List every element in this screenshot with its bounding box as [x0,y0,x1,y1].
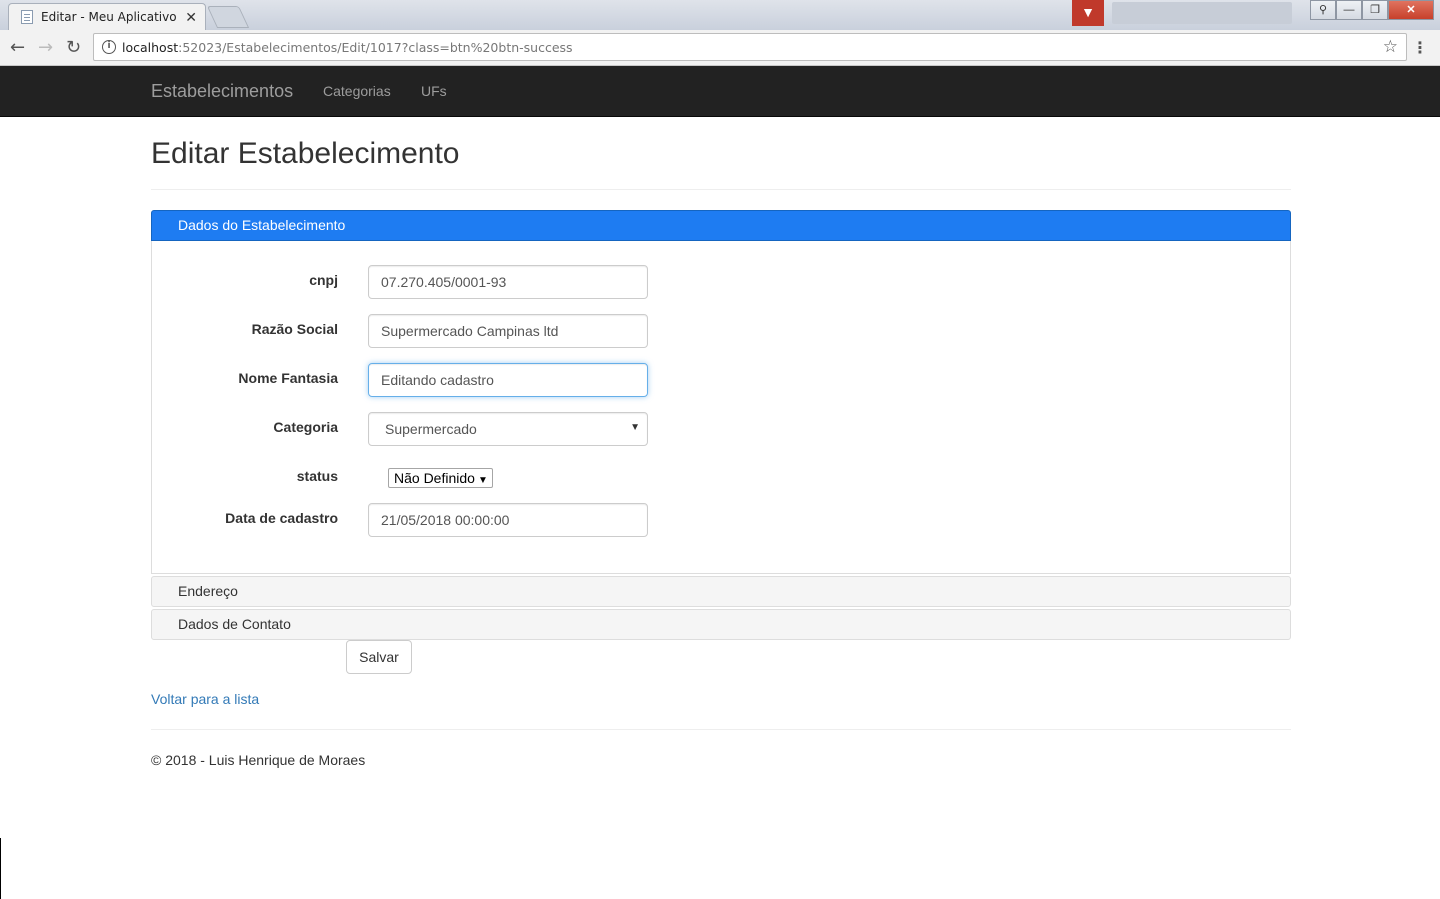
page-title: Editar Estabelecimento [151,137,460,170]
info-icon[interactable]: i [102,40,116,54]
razao-social-value: Supermercado Campinas ltd [381,323,559,339]
cnpj-label: cnpj [309,272,338,288]
url-path: :52023/Estabelecimentos/Edit/1017?class=… [178,39,573,55]
chevron-down-icon: ▼ [477,475,488,486]
window-controls: ⚲ — ❐ ✕ [1310,0,1434,20]
minimize-button[interactable]: — [1336,0,1362,20]
categoria-value: Supermercado [385,421,477,437]
data-cadastro-value: 21/05/2018 00:00:00 [381,512,510,528]
browser-tab[interactable]: Editar - Meu Aplicativo A ✕ [8,3,206,30]
footer-copyright: © 2018 - Luis Henrique de Moraes [151,752,366,768]
nome-fantasia-field[interactable]: Editando cadastro [368,363,648,397]
categoria-select[interactable]: Supermercado ▼ [368,412,648,446]
nome-fantasia-label: Nome Fantasia [238,370,338,386]
categoria-label: Categoria [273,419,338,435]
nav-link-ufs[interactable]: UFs [421,83,447,99]
nav-link-categorias[interactable]: Categorias [323,83,391,99]
tab-title: Editar - Meu Aplicativo A [41,10,180,24]
status-select[interactable]: Não Definido ▼ [388,468,493,488]
nome-fantasia-value: Editando cadastro [381,372,494,388]
razao-social-label: Razão Social [251,321,338,337]
footer-divider [151,729,1291,730]
close-tab-icon[interactable]: ✕ [185,9,197,26]
razao-social-field[interactable]: Supermercado Campinas ltd [368,314,648,348]
status-label: status [296,468,338,484]
reload-icon[interactable]: ↻ [66,37,81,58]
forward-arrow-icon[interactable]: → [38,37,53,58]
navbar-brand[interactable]: Estabelecimentos [151,81,293,102]
windows-search-box[interactable] [1112,2,1292,24]
browser-titlebar: Editar - Meu Aplicativo A ✕ ▼ ⚲ — ❐ ✕ [0,0,1440,30]
close-window-button[interactable]: ✕ [1388,0,1434,20]
title-divider [151,189,1291,190]
data-cadastro-field[interactable]: 21/05/2018 00:00:00 [368,503,648,537]
chevron-down-icon: ▼ [630,422,640,433]
notification-icon[interactable]: ▼ [1072,0,1104,26]
panel-body-dados: cnpj 07.270.405/0001-93 Razão Social Sup… [151,241,1291,574]
window-edge [0,838,1,899]
navbar: Estabelecimentos Categorias UFs [0,66,1440,117]
new-tab-button[interactable] [206,6,250,28]
user-icon[interactable]: ⚲ [1310,0,1336,20]
maximize-button[interactable]: ❐ [1362,0,1388,20]
browser-menu-icon[interactable]: ⋮ [1412,38,1428,57]
url-input[interactable]: i localhost :52023/Estabelecimentos/Edit… [93,33,1407,61]
back-to-list-link[interactable]: Voltar para a lista [151,691,259,707]
status-value: Não Definido [394,470,475,486]
cnpj-value: 07.270.405/0001-93 [381,274,507,290]
panel-heading-dados[interactable]: Dados do Estabelecimento [151,210,1291,241]
cnpj-field[interactable]: 07.270.405/0001-93 [368,265,648,299]
url-host: localhost [122,39,179,55]
back-arrow-icon[interactable]: ← [10,37,25,58]
address-bar: ← → ↻ i localhost :52023/Estabelecimento… [0,30,1440,66]
page-icon [21,10,33,24]
save-button[interactable]: Salvar [346,640,412,674]
bookmark-star-icon[interactable]: ☆ [1383,37,1398,57]
data-cadastro-label: Data de cadastro [225,510,338,526]
panel-heading-endereco[interactable]: Endereço [151,576,1291,607]
panel-heading-contato[interactable]: Dados de Contato [151,609,1291,640]
